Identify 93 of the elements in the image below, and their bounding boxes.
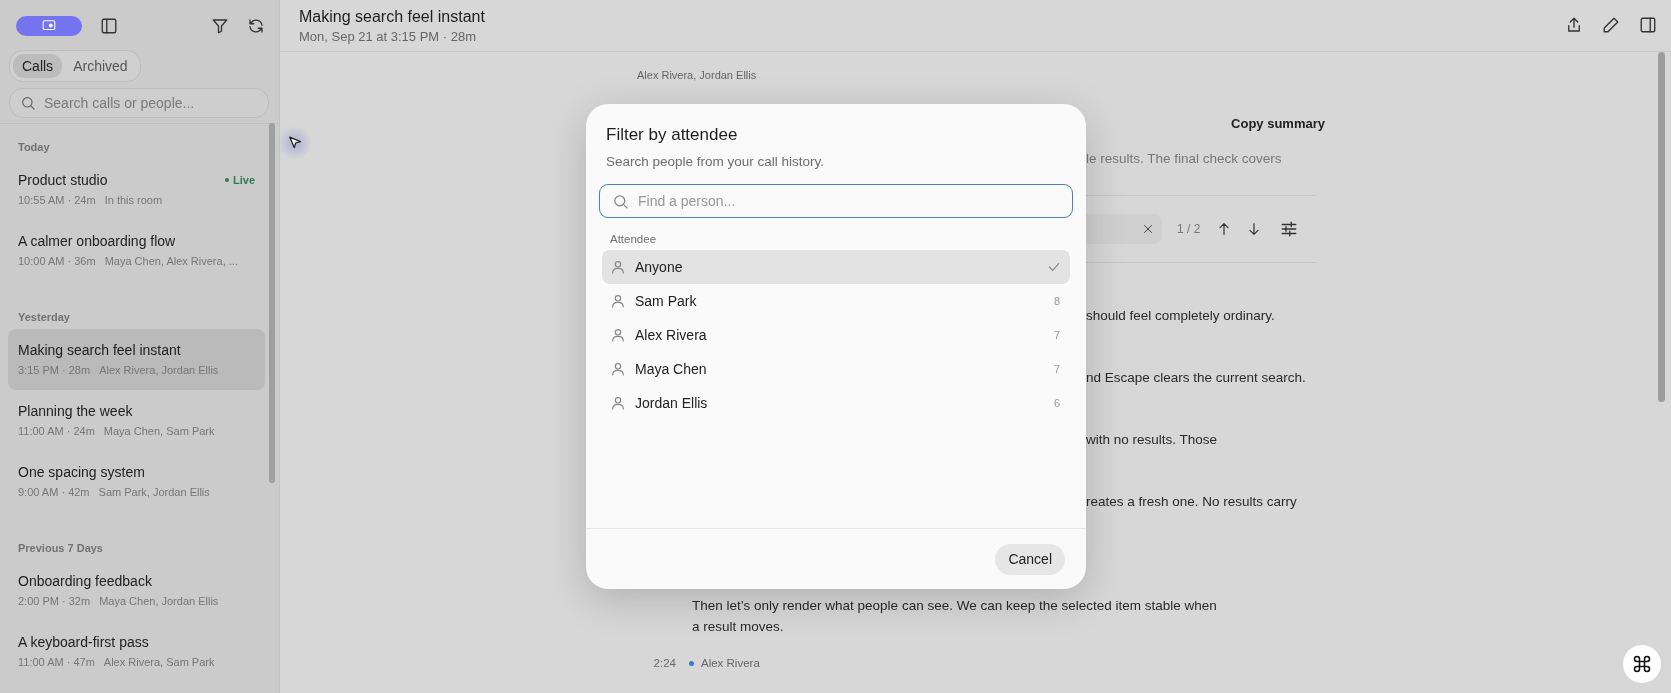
- person-icon: [610, 259, 626, 275]
- attendee-option[interactable]: Maya Chen 7: [602, 352, 1070, 386]
- search-icon: [612, 192, 629, 210]
- share-icon: [1565, 16, 1583, 34]
- call-item[interactable]: Making search feel instant 3:15 PM · 28m Alex Rivera, Jordan Ellis: [8, 329, 265, 390]
- call-time: 11:00 AM · 24m: [18, 425, 95, 437]
- tab[interactable]: Calls: [13, 54, 63, 78]
- call-participants: Alex Rivera, Sam Park: [103, 656, 215, 668]
- call-time: 2:00 PM · 32m: [18, 595, 91, 607]
- group-heading: Yesterday: [17, 311, 71, 323]
- search-field[interactable]: Search calls or people...: [9, 88, 269, 118]
- search-input[interactable]: Search calls or people...: [44, 95, 258, 111]
- filter-button[interactable]: [211, 17, 229, 35]
- call-title: A calmer onboarding flow: [18, 233, 177, 249]
- transcript-text: reates a fresh one. No results carry: [1086, 494, 1297, 509]
- cancel-button[interactable]: Cancel: [995, 543, 1065, 575]
- section-label: Attendee: [610, 233, 658, 245]
- attendee-option[interactable]: Sam Park 8: [602, 284, 1070, 318]
- panel-toggle-button[interactable]: [1639, 16, 1657, 34]
- filter-settings-button[interactable]: [1280, 220, 1299, 238]
- edit-button[interactable]: [1602, 16, 1620, 34]
- call-date: Mon, Sep 21 at 3:15 PM · 28m: [299, 29, 478, 44]
- refresh-button[interactable]: [247, 17, 265, 35]
- transcript-text: with no results. Those: [1086, 432, 1218, 447]
- call-item[interactable]: One spacing system 9:00 AM · 42m Sam Park, Jordan Ellis: [8, 451, 265, 512]
- dialog-subtitle: Search people from your call history.: [606, 154, 826, 169]
- new-call-button[interactable]: [16, 16, 82, 36]
- group-heading: Previous 7 Days: [17, 542, 104, 554]
- screen-person-icon: [41, 19, 57, 33]
- sidebar-icon: [1639, 16, 1657, 34]
- attendee-option[interactable]: Jordan Ellis 6: [602, 386, 1070, 420]
- call-item[interactable]: Onboarding feedback 2:00 PM · 32m Maya Chen, Jordan Ellis: [8, 560, 265, 621]
- cursor-icon: [287, 135, 303, 151]
- call-title: Onboarding feedback: [18, 573, 153, 589]
- command-icon: [1632, 654, 1652, 674]
- speaker-name: Alex Rivera: [701, 657, 760, 669]
- call-participants: Sam Park, Jordan Ellis: [98, 486, 210, 498]
- call-item[interactable]: Product studio Live 10:55 AM · 24m In this room: [8, 159, 265, 220]
- sidebar-toggle-button[interactable]: [100, 17, 118, 35]
- person-icon: [610, 361, 626, 377]
- pencil-icon: [1602, 16, 1620, 34]
- call-title: Product studio: [18, 172, 109, 188]
- sliders-icon: [1280, 220, 1299, 238]
- copy-summary-button[interactable]: Copy summary: [1227, 114, 1329, 133]
- transcript-text: should feel completely ordinary.: [1086, 308, 1275, 323]
- summary-text: le results. The final check covers: [1086, 151, 1282, 166]
- call-time: 3:15 PM · 28m: [18, 364, 91, 376]
- filter-icon: [211, 17, 229, 35]
- person-icon: [610, 293, 626, 309]
- call-participants: Alex Rivera, Jordan Ellis: [99, 364, 219, 376]
- dialog-title: Filter by attendee: [606, 125, 739, 145]
- find-field[interactable]: [1086, 214, 1162, 244]
- share-button[interactable]: [1565, 16, 1583, 34]
- person-icon: [610, 327, 626, 343]
- call-time: 11:00 AM · 47m: [18, 656, 95, 668]
- timestamp: 2:24: [652, 657, 676, 669]
- call-time: 10:00 AM · 36m: [18, 255, 96, 267]
- speaker-dot: [689, 660, 694, 666]
- refresh-icon: [247, 17, 265, 35]
- clear-button[interactable]: [1142, 223, 1154, 235]
- call-title: Making search feel instant: [299, 8, 486, 26]
- match-count: 1 / 2: [1177, 222, 1201, 236]
- attendee-option[interactable]: Anyone: [602, 250, 1070, 284]
- transcript-text: nd Escape clears the current search.: [1086, 370, 1306, 385]
- call-title: Planning the week: [18, 403, 134, 419]
- attendee-option[interactable]: Alex Rivera 7: [602, 318, 1070, 352]
- call-item[interactable]: A keyboard-first pass 11:00 AM · 47m Alex Rivera, Sam Park: [8, 621, 265, 682]
- call-title: A keyboard-first pass: [18, 634, 150, 650]
- call-title: Making search feel instant: [18, 342, 182, 358]
- person-icon: [610, 395, 626, 411]
- call-item[interactable]: Planning the week 11:00 AM · 24m Maya Chen, Sam Park: [8, 390, 265, 451]
- call-participants: Maya Chen, Alex Rivera, ...: [104, 255, 238, 267]
- transcript-text: Then let’s only render what people can see. We can keep the selected item stable when: [692, 598, 1218, 613]
- attendee-names: Alex Rivera, Jordan Ellis: [637, 69, 758, 81]
- call-participants: Maya Chen, Jordan Ellis: [99, 595, 219, 607]
- person-search-input[interactable]: Find a person...: [638, 193, 1060, 209]
- call-title: One spacing system: [18, 464, 146, 480]
- transcript-text: a result moves.: [692, 619, 785, 634]
- scrollbar[interactable]: [269, 123, 275, 483]
- person-search-field[interactable]: Find a person...: [599, 184, 1073, 218]
- search-icon: [20, 95, 36, 111]
- call-time: 9:00 AM · 42m: [18, 486, 90, 498]
- sidebar-icon: [100, 17, 118, 35]
- group-heading: Today: [17, 141, 51, 153]
- call-participants: In this room: [104, 194, 163, 206]
- tab[interactable]: Archived: [64, 54, 137, 78]
- floating-action-button[interactable]: [1623, 645, 1661, 683]
- call-time: 10:55 AM · 24m: [18, 194, 96, 206]
- live-status: Live: [225, 174, 255, 186]
- call-participants: Maya Chen, Sam Park: [103, 425, 215, 437]
- close-icon: [1142, 223, 1154, 235]
- call-item[interactable]: A calmer onboarding flow 10:00 AM · 36m Maya Chen, Alex Rivera, ...: [8, 220, 265, 281]
- scrollbar[interactable]: [1658, 52, 1665, 402]
